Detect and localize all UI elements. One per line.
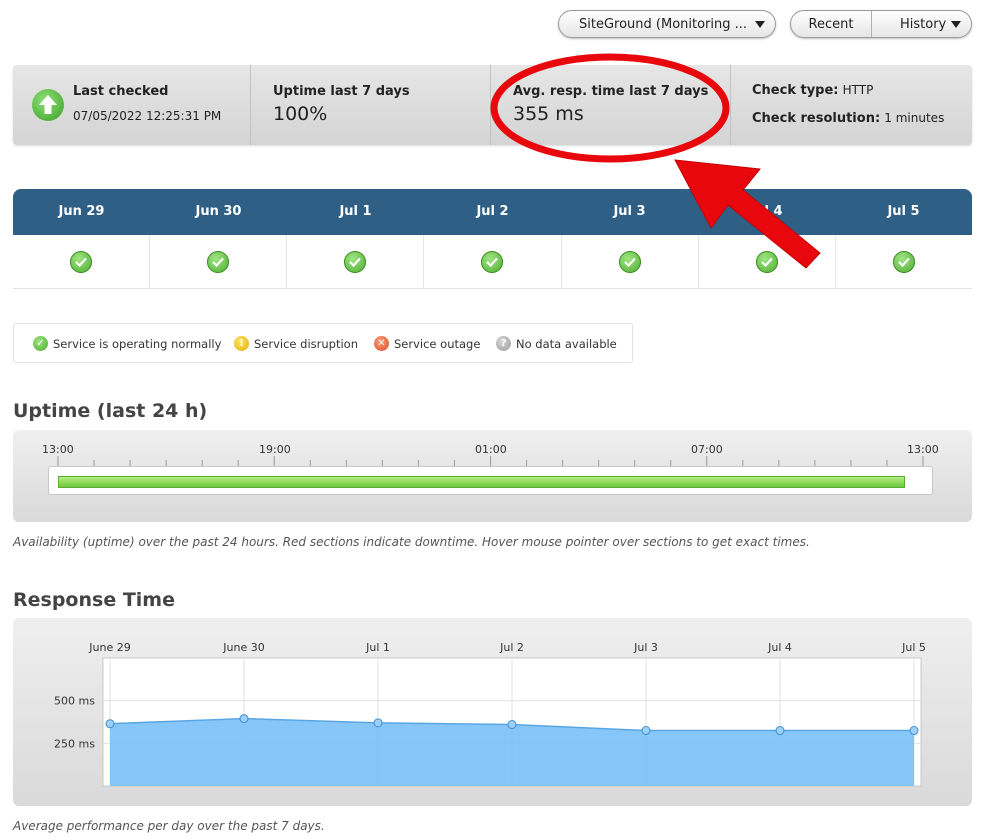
avg-response-label: Avg. resp. time last 7 days	[513, 84, 709, 99]
check-resolution-label: Check resolution:	[752, 111, 881, 126]
uptime-ticks	[57, 456, 924, 467]
legend-label: Service is operating normally	[53, 336, 222, 351]
check-type-row: Check type: HTTP	[752, 83, 873, 98]
data-point	[775, 726, 785, 736]
avg-response-cell: Avg. resp. time last 7 days 355 ms	[491, 65, 731, 145]
check-type-label: Check type:	[752, 83, 839, 98]
data-point	[909, 726, 919, 736]
uptime-timeline[interactable]	[48, 466, 933, 495]
data-point	[641, 726, 651, 736]
calendar-day: Jun 29	[58, 204, 105, 219]
legend-item-normal: ✓ Service is operating normally	[33, 336, 221, 351]
uptime-panel: 13:00 19:00 01:00 07:00 13:00	[13, 430, 972, 522]
chevron-down-icon	[755, 21, 765, 28]
calendar-header: Jun 29 Jun 30 Jul 1 Jul 2 Jul 3 Jul 4 Ju…	[13, 189, 972, 235]
x-tick-label: Jul 2	[499, 641, 524, 654]
legend-item-outage: ✕ Service outage	[374, 336, 480, 351]
check-resolution-row: Check resolution: 1 minutes	[752, 111, 944, 126]
range-toggle: Recent History	[790, 10, 972, 38]
no-data-icon: ?	[496, 336, 511, 351]
data-point	[105, 719, 115, 729]
response-chart-panel: June 29 June 30 Jul 1 Jul 2 Jul 3 Jul 4 Jul 5 5…	[13, 618, 972, 806]
recent-button[interactable]: Recent	[791, 11, 872, 37]
calendar-cell[interactable]	[424, 235, 562, 288]
status-up-icon	[32, 89, 64, 121]
x-tick-label: Jul 5	[901, 641, 926, 654]
check-ok-icon	[481, 250, 504, 273]
uptime-caption: Availability (uptime) over the past 24 h…	[13, 535, 810, 549]
uptime-label: Uptime last 7 days	[273, 84, 410, 99]
avg-response-value: 355 ms	[513, 103, 584, 125]
calendar-cell[interactable]	[150, 235, 288, 288]
legend-label: Service disruption	[254, 336, 358, 351]
uptime-value: 100%	[273, 103, 328, 125]
check-resolution-value: 1 minutes	[884, 111, 945, 125]
legend-item-no-data: ? No data available	[496, 336, 617, 351]
x-tick-label: Jul 1	[365, 641, 390, 654]
uptime-bar-segment[interactable]	[58, 476, 905, 488]
chevron-down-icon	[951, 21, 961, 28]
history-label: History	[900, 16, 947, 32]
last-checked-cell: Last checked 07/05/2022 12:25:31 PM	[13, 65, 251, 145]
history-dropdown[interactable]: History	[872, 11, 971, 37]
check-type-value: HTTP	[842, 83, 874, 97]
legend-label: No data available	[516, 336, 617, 351]
response-caption: Average performance per day over the pas…	[13, 819, 325, 833]
calendar-cell[interactable]	[836, 235, 972, 288]
x-tick-label: Jul 4	[767, 641, 792, 654]
data-point	[373, 718, 383, 728]
legend-item-disruption: ! Service disruption	[234, 336, 358, 351]
calendar-day: Jul 3	[613, 204, 646, 219]
data-point	[507, 720, 517, 730]
check-ok-icon	[70, 250, 93, 273]
calendar-day: Jul 4	[750, 204, 783, 219]
status-legend: ✓ Service is operating normally ! Servic…	[13, 323, 633, 363]
calendar-day: Jul 5	[887, 204, 920, 219]
summary-bar: Last checked 07/05/2022 12:25:31 PM Upti…	[13, 65, 972, 145]
response-chart: June 29 June 30 Jul 1 Jul 2 Jul 3 Jul 4 Jul 5 5…	[54, 641, 926, 787]
last-checked-value: 07/05/2022 12:25:31 PM	[73, 109, 222, 123]
calendar-cell[interactable]	[287, 235, 425, 288]
calendar-day: Jun 30	[195, 204, 242, 219]
check-ok-icon	[755, 250, 778, 273]
data-point	[239, 714, 249, 724]
x-tick-label: June 29	[88, 641, 130, 654]
check-ok-icon	[892, 250, 915, 273]
y-tick-label: 500 ms	[54, 695, 95, 708]
monitor-select[interactable]: SiteGround (Monitoring ...	[558, 10, 776, 38]
monitor-select-label: SiteGround (Monitoring ...	[579, 16, 748, 32]
uptime-section-title: Uptime (last 24 h)	[13, 400, 208, 422]
uptime-cell: Uptime last 7 days 100%	[251, 65, 491, 145]
calendar-cell[interactable]	[699, 235, 836, 288]
y-tick-label: 250 ms	[54, 737, 95, 750]
last-checked-label: Last checked	[73, 84, 169, 99]
calendar-status-row	[13, 235, 972, 289]
legend-label: Service outage	[394, 336, 481, 351]
check-info-cell: Check type: HTTP Check resolution: 1 min…	[731, 65, 972, 145]
check-ok-icon	[207, 250, 230, 273]
check-ok-icon	[618, 250, 641, 273]
outage-icon: ✕	[374, 336, 389, 351]
calendar-cell[interactable]	[13, 235, 151, 288]
response-section-title: Response Time	[13, 589, 175, 611]
calendar-cell[interactable]	[562, 235, 699, 288]
x-tick-label: Jul 3	[633, 641, 658, 654]
calendar-day: Jul 1	[339, 204, 372, 219]
check-ok-icon: ✓	[33, 336, 48, 351]
calendar-day: Jul 2	[476, 204, 509, 219]
warning-icon: !	[234, 336, 249, 351]
x-tick-label: June 30	[222, 641, 264, 654]
check-ok-icon	[344, 250, 367, 273]
